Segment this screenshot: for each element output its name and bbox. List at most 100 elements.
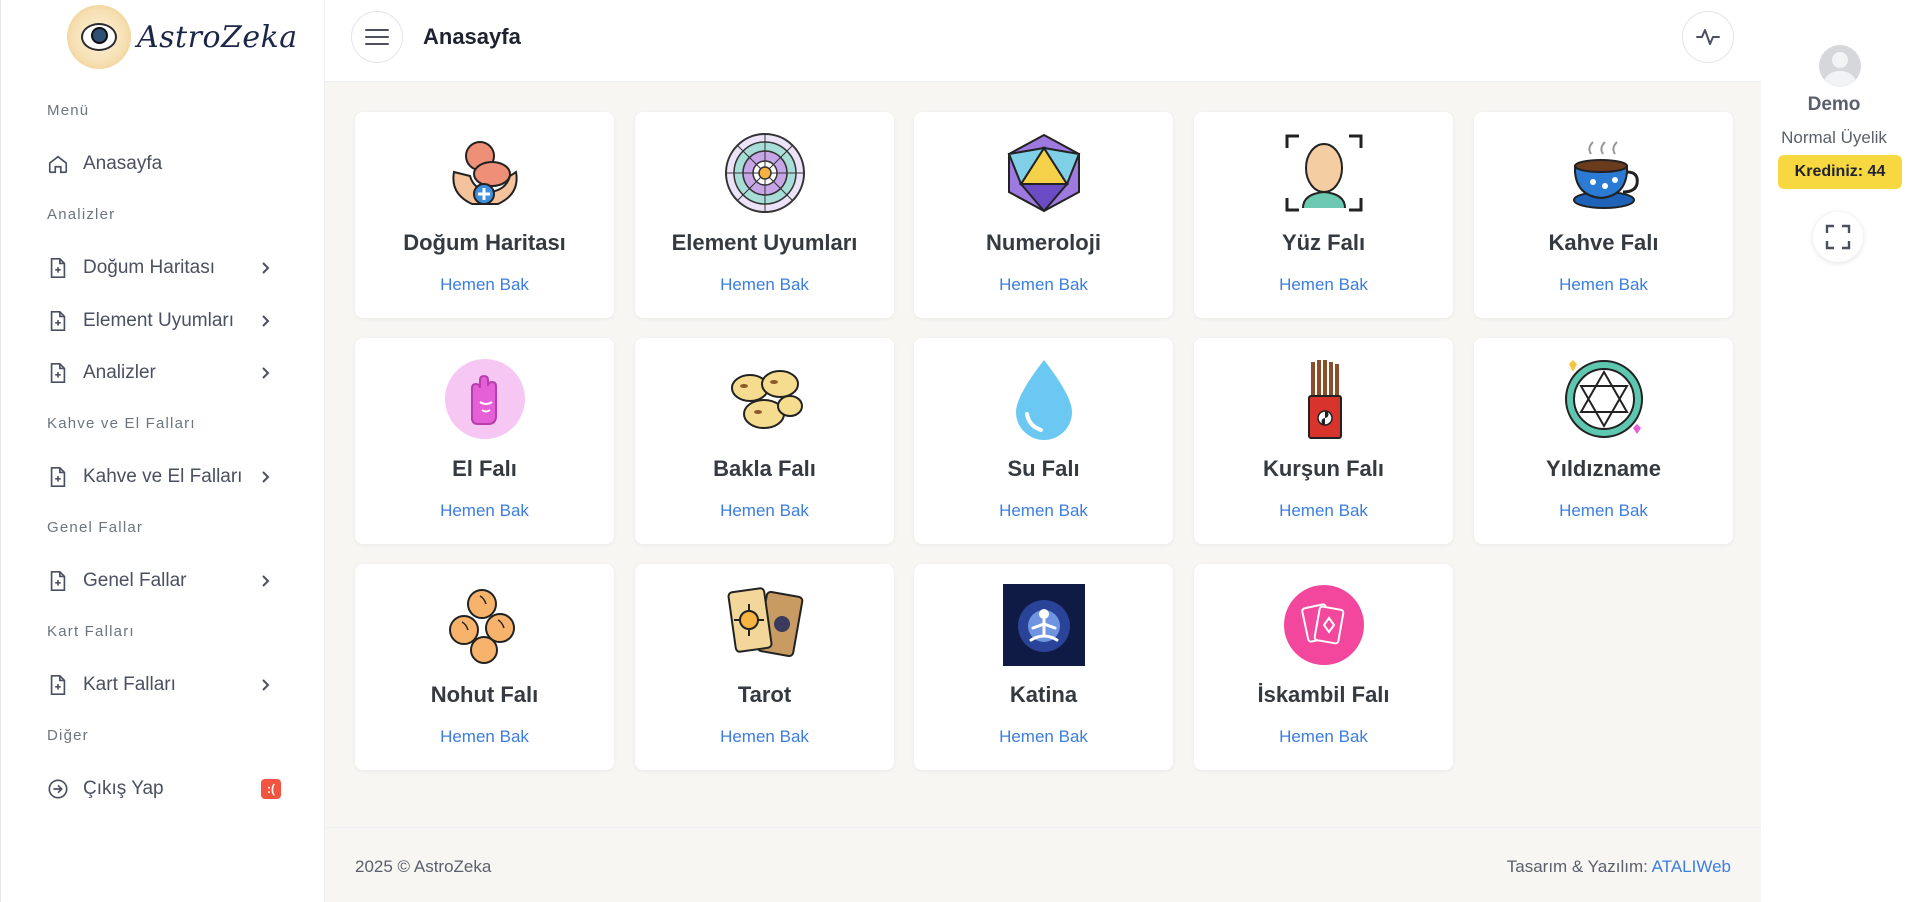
chevron-right-icon [262, 471, 270, 483]
brand-logo[interactable]: AstroZeka [67, 4, 298, 70]
file-plus-icon [47, 466, 69, 488]
card-link[interactable]: Hemen Bak [1474, 275, 1733, 295]
card-title: Yıldızname [1546, 456, 1661, 481]
footer: 2025 © AstroZeka Tasarım & Yazılım: ATAL… [325, 827, 1761, 902]
chevron-right-icon [262, 315, 270, 327]
card-link[interactable]: Hemen Bak [635, 275, 894, 295]
eye-logo-icon [67, 5, 131, 69]
credit-link[interactable]: ATALIWeb [1652, 857, 1731, 876]
avatar[interactable] [1819, 45, 1861, 87]
card-tarot[interactable]: Tarot Hemen Bak [635, 564, 894, 770]
card-dogum-haritasi[interactable]: Doğum Haritası Hemen Bak [355, 112, 614, 318]
sidebar-item-dogum-haritasi[interactable]: Doğum Haritası [47, 251, 287, 285]
footer-credit: Tasarım & Yazılım: ATALIWeb [1507, 857, 1731, 877]
menu-heading: Analizler [47, 206, 116, 223]
credit-prefix: Tasarım & Yazılım: [1506, 857, 1648, 876]
card-numeroloji[interactable]: Numeroloji Hemen Bak [914, 112, 1173, 318]
card-title: Tarot [737, 682, 792, 707]
palm-icon [445, 359, 525, 439]
card-katina[interactable]: Katina Hemen Bak [914, 564, 1173, 770]
card-title: Numeroloji [986, 230, 1101, 255]
file-plus-icon [47, 570, 69, 592]
top-bar: Anasayfa [325, 0, 1761, 82]
card-el-fali[interactable]: El Falı Hemen Bak [355, 338, 614, 544]
card-link[interactable]: Hemen Bak [355, 275, 614, 295]
credit-badge: Krediniz: 44 [1778, 155, 1902, 189]
card-link[interactable]: Hemen Bak [914, 275, 1173, 295]
user-role: Normal Üyelik [1781, 128, 1887, 147]
card-title: El Falı [452, 456, 517, 481]
playing-cards-icon [1284, 585, 1364, 665]
card-link[interactable]: Hemen Bak [914, 501, 1173, 521]
chevron-right-icon [262, 575, 270, 587]
card-su-fali[interactable]: Su Falı Hemen Bak [914, 338, 1173, 544]
card-link[interactable]: Hemen Bak [635, 727, 894, 747]
card-yildizname[interactable]: Yıldızname Hemen Bak [1474, 338, 1733, 544]
card-link[interactable]: Hemen Bak [914, 727, 1173, 747]
logout-icon [47, 778, 69, 800]
card-title: Kahve Falı [1548, 230, 1659, 255]
sidebar-item-element-uyumlari[interactable]: Element Uyumları [47, 304, 287, 338]
card-iskambil-fali[interactable]: İskambil Falı Hemen Bak [1194, 564, 1453, 770]
menu-heading: Menü [47, 102, 90, 119]
card-link[interactable]: Hemen Bak [635, 501, 894, 521]
zodiac-wheel-icon [725, 133, 805, 213]
home-icon [47, 153, 69, 175]
card-link[interactable]: Hemen Bak [355, 727, 614, 747]
card-title: Nohut Falı [430, 682, 539, 707]
tarot-cards-icon [727, 587, 804, 658]
water-drop-icon [1016, 360, 1072, 440]
chevron-right-icon [262, 679, 270, 691]
file-plus-icon [47, 674, 69, 696]
meditation-icon [1003, 584, 1085, 666]
sidebar: AstroZeka Menü Anasayfa Analizler Doğum … [0, 0, 325, 902]
menu-heading: Diğer [47, 727, 89, 744]
face-scan-icon [1285, 134, 1363, 212]
d20-dice-icon [1007, 133, 1081, 213]
menu-heading: Kart Falları [47, 623, 135, 640]
baby-hands-icon [452, 141, 518, 205]
beans-icon [731, 370, 803, 429]
card-title: Su Falı [1007, 456, 1080, 481]
card-element-uyumlari[interactable]: Element Uyumları Hemen Bak [635, 112, 894, 318]
card-link[interactable]: Hemen Bak [355, 501, 614, 521]
sidebar-item-cikis-yap[interactable]: Çıkış Yap :( [47, 772, 287, 806]
user-panel: Demo Normal Üyelik Krediniz: 44 [1761, 0, 1907, 902]
card-link[interactable]: Hemen Bak [1194, 275, 1453, 295]
card-kursun-fali[interactable]: Kurşun Falı Hemen Bak [1194, 338, 1453, 544]
file-plus-icon [47, 257, 69, 279]
activity-button[interactable] [1682, 11, 1734, 63]
card-link[interactable]: Hemen Bak [1194, 501, 1453, 521]
sidebar-item-kart-fallari[interactable]: Kart Falları [47, 668, 287, 702]
chickpeas-icon [449, 589, 515, 664]
file-plus-icon [47, 310, 69, 332]
card-title: Katina [1009, 682, 1078, 707]
copyright-text: 2025 © AstroZeka [355, 857, 492, 876]
card-bakla-fali[interactable]: Bakla Falı Hemen Bak [635, 338, 894, 544]
card-nohut-fali[interactable]: Nohut Falı Hemen Bak [355, 564, 614, 770]
page-title: Anasayfa [423, 24, 521, 49]
menu-heading: Genel Fallar [47, 519, 144, 536]
card-link[interactable]: Hemen Bak [1194, 727, 1453, 747]
hamburger-icon [365, 29, 389, 45]
brand-name: AstroZeka [137, 19, 298, 55]
card-title: Bakla Falı [713, 456, 816, 481]
fullscreen-button[interactable] [1813, 212, 1863, 262]
star-of-david-icon [1565, 360, 1643, 438]
fullscreen-icon [1825, 224, 1851, 250]
chevron-right-icon [262, 367, 270, 379]
sidebar-item-anasayfa[interactable]: Anasayfa [47, 147, 287, 181]
card-kahve-fali[interactable]: Kahve Falı Hemen Bak [1474, 112, 1733, 318]
card-title: İskambil Falı [1257, 682, 1390, 707]
sidebar-item-kahve-ve-el-fallari[interactable]: Kahve ve El Falları [47, 460, 287, 494]
card-yuz-fali[interactable]: Yüz Falı Hemen Bak [1194, 112, 1453, 318]
chevron-right-icon [262, 262, 270, 274]
incense-sticks-icon [1308, 360, 1342, 439]
card-link[interactable]: Hemen Bak [1474, 501, 1733, 521]
sidebar-item-analizler[interactable]: Analizler [47, 356, 287, 390]
user-name: Demo [1807, 94, 1861, 115]
sidebar-item-genel-fallar[interactable]: Genel Fallar [47, 564, 287, 598]
activity-icon [1696, 29, 1720, 45]
menu-toggle-button[interactable] [351, 11, 403, 63]
card-title: Doğum Haritası [403, 230, 566, 255]
